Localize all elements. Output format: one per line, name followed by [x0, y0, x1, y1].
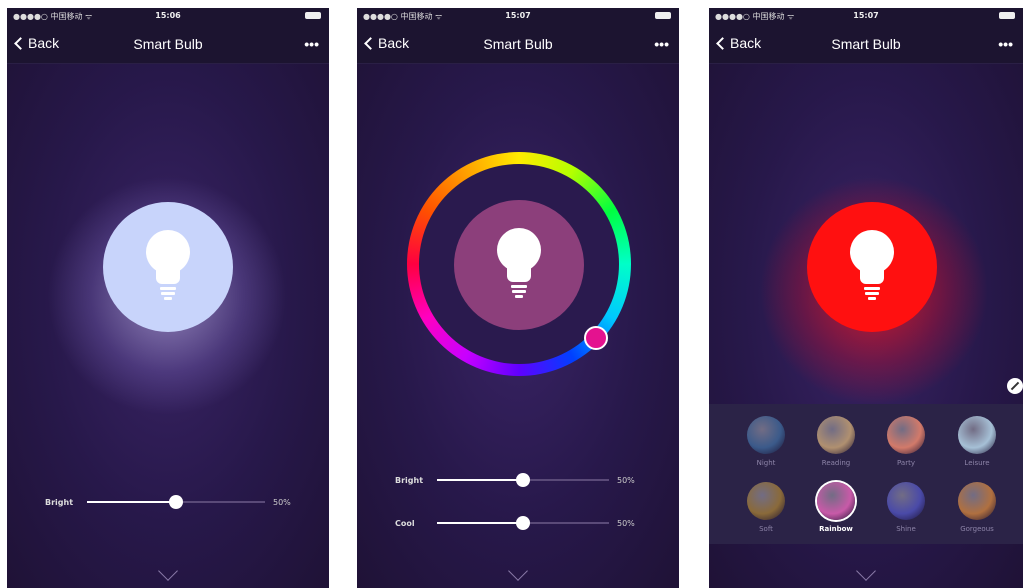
chevron-down-icon[interactable]: [856, 561, 876, 581]
scene-thumbnail: [887, 482, 925, 520]
slider-fill: [437, 479, 523, 481]
slider-fill: [87, 501, 176, 503]
nav-bar: Back Smart Bulb •••: [709, 24, 1023, 64]
scene-thumbnail: [887, 416, 925, 454]
more-icon[interactable]: •••: [998, 36, 1013, 52]
scene-item-party[interactable]: Party: [876, 416, 936, 467]
slider-value: 50%: [617, 518, 635, 528]
scene-thumbnail: [817, 416, 855, 454]
bulb-toggle-button[interactable]: [807, 202, 937, 332]
content-area: Bright 50%: [7, 64, 329, 588]
more-icon[interactable]: •••: [654, 36, 669, 52]
scene-item-soft[interactable]: Soft: [736, 482, 796, 533]
scene-item-night[interactable]: Night: [736, 416, 796, 467]
bright-slider-row: Bright 50%: [45, 492, 291, 512]
chevron-down-icon[interactable]: [508, 561, 528, 581]
scene-item-gorgeous[interactable]: Gorgeous: [947, 482, 1007, 533]
scene-thumbnail: [747, 482, 785, 520]
scene-item-rainbow[interactable]: Rainbow: [806, 482, 866, 533]
bright-slider[interactable]: [87, 495, 265, 509]
scene-thumbnail: [958, 416, 996, 454]
clock: 15:07: [505, 11, 531, 20]
screen-scene-mode: ●●●●○ 中国移动 ᯤ 15:07 Back Smart Bulb ••• N…: [709, 8, 1023, 588]
chevron-down-icon[interactable]: [158, 561, 178, 581]
bulb-icon: [497, 228, 541, 302]
nav-bar: Back Smart Bulb •••: [7, 24, 329, 64]
slider-label: Cool: [395, 518, 415, 528]
slider-label: Bright: [45, 497, 74, 507]
slider-thumb[interactable]: [516, 516, 530, 530]
cool-slider-row: Cool 50%: [395, 513, 635, 533]
page-title: Smart Bulb: [483, 36, 553, 52]
status-bar: ●●●●○ 中国移动 ᯤ 15:07: [709, 8, 1023, 24]
carrier-label: ●●●●○ 中国移动 ᯤ: [363, 12, 443, 21]
clock: 15:07: [853, 11, 879, 20]
scene-label: Party: [897, 459, 915, 467]
scene-thumbnail: [958, 482, 996, 520]
edit-icon[interactable]: [1007, 378, 1023, 394]
more-icon[interactable]: •••: [304, 36, 319, 52]
bulb-toggle-button[interactable]: [454, 200, 584, 330]
battery-icon: [999, 12, 1015, 19]
bulb-toggle-button[interactable]: [103, 202, 233, 332]
page-title: Smart Bulb: [831, 36, 901, 52]
scene-label: Night: [756, 459, 776, 467]
scene-label: Soft: [759, 525, 773, 533]
slider-label: Bright: [395, 475, 424, 485]
bright-slider[interactable]: [437, 473, 609, 487]
status-bar: ●●●●○ 中国移动 ᯤ 15:06: [7, 8, 329, 24]
clock: 15:06: [155, 11, 181, 20]
scene-label: Rainbow: [819, 525, 853, 533]
cool-slider[interactable]: [437, 516, 609, 530]
scene-item-leisure[interactable]: Leisure: [947, 416, 1007, 467]
slider-thumb[interactable]: [169, 495, 183, 509]
screen-color-mode: ●●●●○ 中国移动 ᯤ 15:07 Back Smart Bulb ••• B…: [357, 8, 679, 588]
scene-label: Shine: [896, 525, 916, 533]
screen-white-mode: ●●●●○ 中国移动 ᯤ 15:06 Back Smart Bulb ••• B…: [7, 8, 329, 588]
slider-fill: [437, 522, 523, 524]
scene-thumbnail: [817, 482, 855, 520]
scene-grid: Night Reading Party Leisure Soft Rainbow Shine…: [709, 404, 1023, 544]
bulb-icon: [146, 230, 190, 304]
scene-item-reading[interactable]: Reading: [806, 416, 866, 467]
battery-icon: [305, 12, 321, 19]
content-area: Bright 50% Cool 50%: [357, 64, 679, 588]
slider-value: 50%: [617, 475, 635, 485]
bulb-icon: [850, 230, 894, 304]
scene-label: Reading: [821, 459, 851, 467]
color-wheel-handle[interactable]: [584, 326, 608, 350]
carrier-label: ●●●●○ 中国移动 ᯤ: [13, 12, 93, 21]
scene-label: Gorgeous: [960, 525, 994, 533]
scene-label: Leisure: [964, 459, 990, 467]
scene-thumbnail: [747, 416, 785, 454]
slider-value: 50%: [273, 497, 291, 507]
battery-icon: [655, 12, 671, 19]
slider-thumb[interactable]: [516, 473, 530, 487]
scene-item-shine[interactable]: Shine: [876, 482, 936, 533]
status-bar: ●●●●○ 中国移动 ᯤ 15:07: [357, 8, 679, 24]
bright-slider-row: Bright 50%: [395, 470, 635, 490]
carrier-label: ●●●●○ 中国移动 ᯤ: [715, 12, 795, 21]
content-area: Night Reading Party Leisure Soft Rainbow Shine…: [709, 64, 1023, 588]
nav-bar: Back Smart Bulb •••: [357, 24, 679, 64]
page-title: Smart Bulb: [133, 36, 203, 52]
